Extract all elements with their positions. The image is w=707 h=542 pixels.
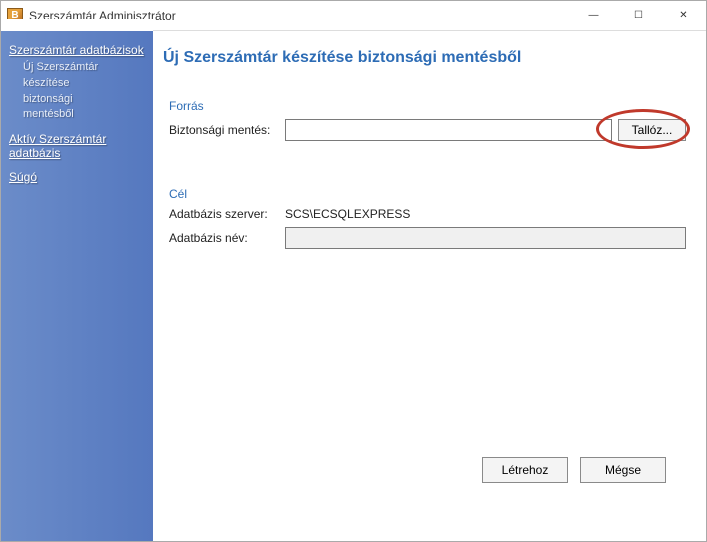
db-server-value: SCS\ECSQLEXPRESS [285,207,410,221]
sidebar: Szerszámtár adatbázisok Új Szerszámtár k… [1,31,153,541]
maximize-button[interactable]: ☐ [616,1,661,31]
target-section-label: Cél [169,187,686,201]
sidebar-subitem-new-from-backup-2[interactable]: készítése [23,77,145,91]
sidebar-subitem-new-from-backup-3[interactable]: biztonsági [23,93,145,107]
cancel-button[interactable]: Mégse [580,457,666,483]
db-server-label: Adatbázis szerver: [169,207,285,221]
create-button[interactable]: Létrehoz [482,457,568,483]
sidebar-subitem-new-from-backup-1[interactable]: Új Szerszámtár [23,61,145,75]
main-panel: Új Szerszámtár készítése biztonsági ment… [153,31,706,541]
sidebar-item-databases[interactable]: Szerszámtár adatbázisok [9,43,145,57]
page-title: Új Szerszámtár készítése biztonsági ment… [153,31,706,67]
backup-file-label: Biztonsági mentés: [169,123,285,137]
minimize-button[interactable]: — [571,1,616,31]
sidebar-subitem-new-from-backup-4[interactable]: mentésből [23,108,145,122]
window-controls: — ☐ ✕ [571,1,706,31]
sidebar-item-help[interactable]: Súgó [9,170,145,184]
sidebar-item-active-database[interactable]: Aktív Szerszámtár adatbázis [9,132,145,160]
close-button[interactable]: ✕ [661,1,706,31]
source-section-label: Forrás [169,99,686,113]
db-name-label: Adatbázis név: [169,231,285,245]
browse-button[interactable]: Tallóz... [618,119,686,141]
footer-buttons: Létrehoz Mégse [482,457,666,483]
backup-file-input[interactable] [285,119,612,141]
db-name-input[interactable] [285,227,686,249]
